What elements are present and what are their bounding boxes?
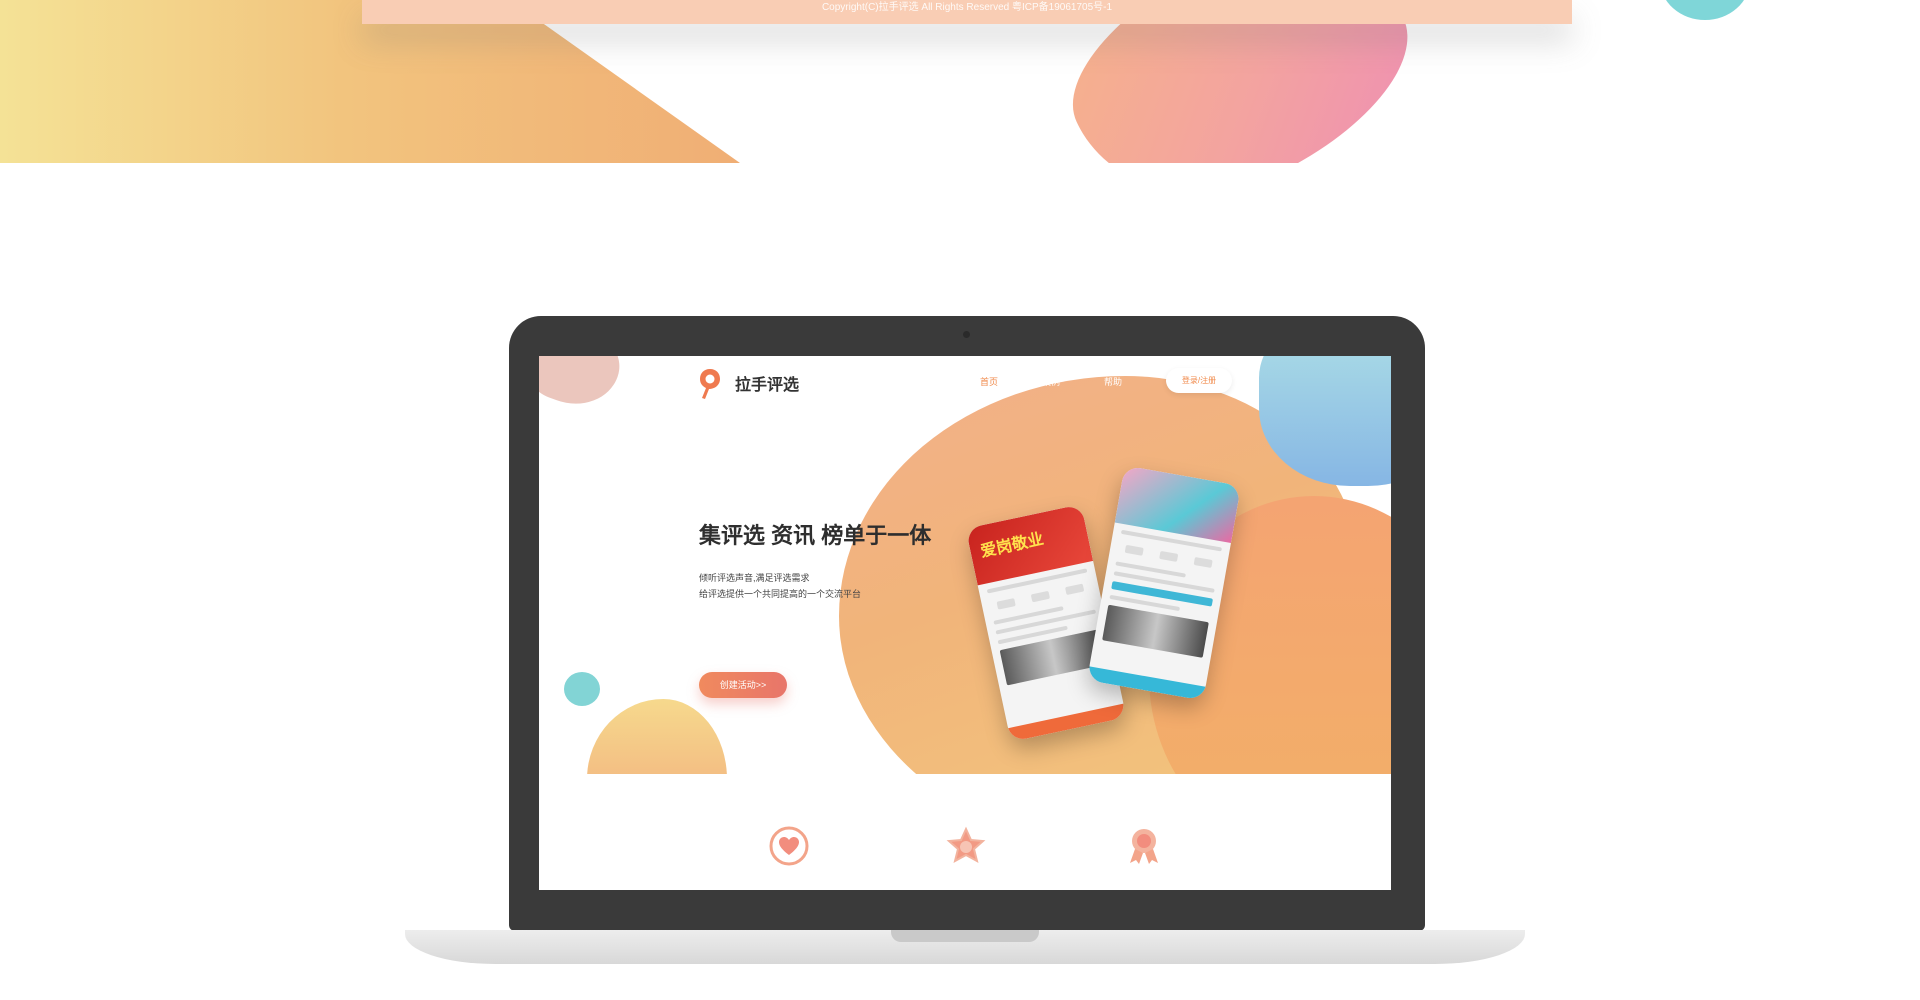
copyright-text: Copyright(C)拉手评选 All Rights Reserved 粤IC… bbox=[821, 2, 1113, 13]
hero-title: 集评选 资讯 榜单于一体 bbox=[699, 523, 932, 548]
create-activity-button[interactable]: 创建活动>> bbox=[699, 672, 787, 698]
nav-help-link[interactable]: 帮助 bbox=[1091, 373, 1135, 391]
footer-card: Copyright(C)拉手评选 All Rights Reserved 粤IC… bbox=[362, 0, 1572, 24]
hero-subtitle-line1: 倾听评选声音,满足评选需求 bbox=[699, 573, 810, 583]
nav-home-link[interactable]: 首页 bbox=[967, 373, 1011, 391]
site-navbar: 拉手评选 首页 案例 帮助 登录/注册 bbox=[539, 356, 1391, 408]
logo-text[interactable]: 拉手评选 bbox=[735, 371, 799, 395]
camera-dot bbox=[963, 331, 970, 338]
teal-blob bbox=[1660, 0, 1750, 20]
base-notch bbox=[891, 930, 1039, 942]
laptop-base bbox=[405, 930, 1525, 964]
phone-stats bbox=[1109, 538, 1228, 574]
yellow-blob bbox=[587, 699, 727, 774]
phone-action-button bbox=[1111, 581, 1214, 607]
nav-case-link[interactable]: 案例 bbox=[1029, 373, 1073, 391]
laptop-screen: 拉手评选 首页 案例 帮助 登录/注册 集评选 资讯 榜单于一体 倾听评选声音,… bbox=[539, 356, 1391, 890]
logo-icon[interactable] bbox=[699, 368, 721, 400]
hero-subtitle-line2: 给评选提供一个共同提高的一个交流平台 bbox=[699, 589, 862, 599]
heart-icon bbox=[769, 826, 809, 866]
features-row bbox=[539, 774, 1391, 890]
star-icon bbox=[946, 826, 986, 863]
login-register-button[interactable]: 登录/注册 bbox=[1166, 368, 1232, 393]
hero-subtitle: 倾听评选声音,满足评选需求 给评选提供一个共同提高的一个交流平台 bbox=[699, 570, 861, 602]
phone-photo bbox=[1102, 604, 1209, 658]
top-decorative-band: Copyright(C)拉手评选 All Rights Reserved 粤IC… bbox=[0, 0, 1920, 163]
yellow-shape bbox=[0, 0, 740, 163]
pink-blob bbox=[1039, 0, 1441, 163]
teal-dot-blob bbox=[564, 672, 600, 706]
hero-section: 拉手评选 首页 案例 帮助 登录/注册 集评选 资讯 榜单于一体 倾听评选声音,… bbox=[539, 356, 1391, 774]
phone-banner-text: 爱岗敬业 bbox=[979, 530, 1046, 561]
ribbon-icon bbox=[1130, 829, 1158, 864]
